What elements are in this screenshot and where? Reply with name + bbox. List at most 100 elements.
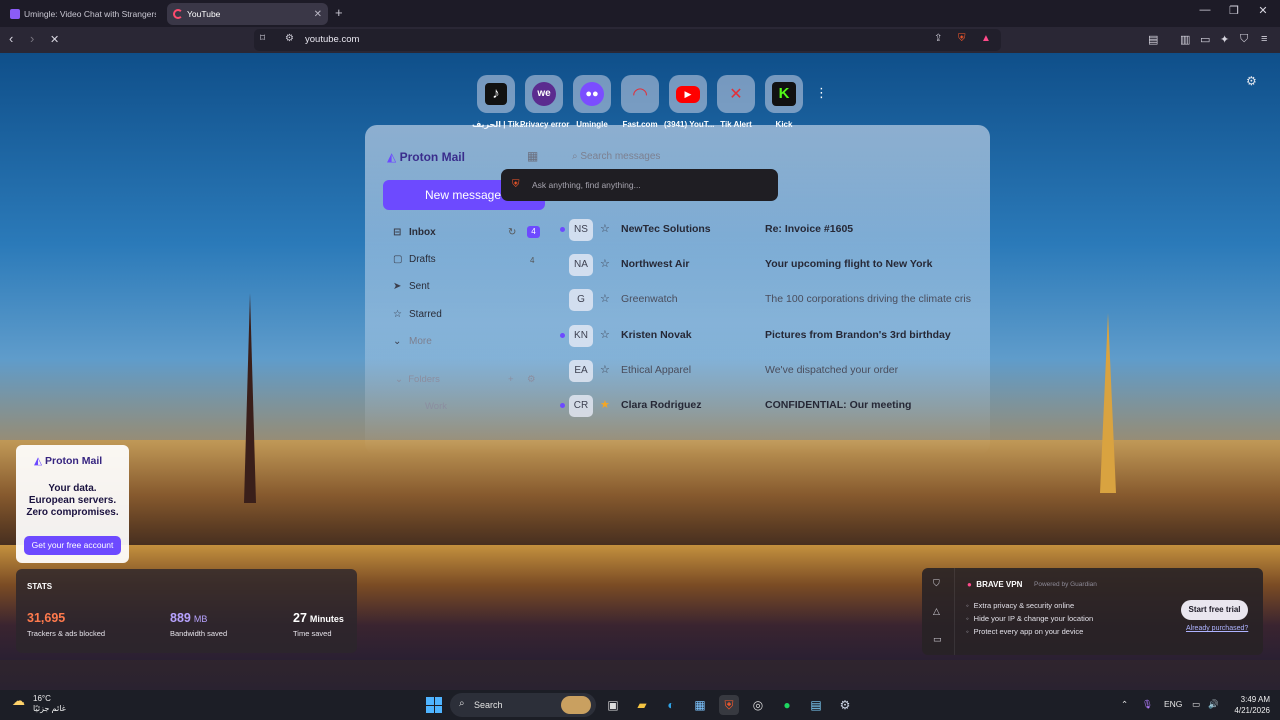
tik-alert-icon: ✕ bbox=[717, 75, 755, 113]
tab-title: YouTube bbox=[187, 9, 221, 19]
taskbar-search[interactable]: ⌕ Search bbox=[450, 693, 596, 717]
settings-icon[interactable]: ⚙ bbox=[835, 695, 855, 715]
vpn-feature: ◦ Protect every app on your device bbox=[966, 627, 1084, 636]
share-icon[interactable]: ⇪ bbox=[934, 33, 942, 44]
chevron-down-icon: ⌄ bbox=[393, 336, 402, 347]
site-settings-icon[interactable]: ⚙ bbox=[285, 33, 294, 44]
start-free-trial-button[interactable]: Start free trial bbox=[1181, 600, 1248, 620]
volume-icon[interactable]: 🔊 bbox=[1208, 699, 1219, 710]
chat-bubble-icon: ●● bbox=[573, 75, 611, 113]
star-icon: ☆ bbox=[600, 293, 610, 305]
message-row: NA ☆ Northwest Air Your upcoming flight … bbox=[557, 254, 977, 276]
forward-button[interactable]: › bbox=[30, 31, 34, 46]
tab-umingle[interactable]: Umingle: Video Chat with Strangers bbox=[4, 3, 162, 25]
talk-video-icon[interactable]: ▭ bbox=[933, 634, 942, 645]
stat-trackers: 31,695 Trackers & ads blocked bbox=[27, 611, 106, 638]
task-view-icon[interactable]: ▣ bbox=[603, 695, 623, 715]
file-explorer-icon[interactable]: ▰ bbox=[632, 695, 652, 715]
stop-button[interactable]: ✕ bbox=[50, 33, 59, 46]
wallet-icon[interactable]: ▭ bbox=[1200, 33, 1210, 46]
brave-browser-icon[interactable]: ⛨ bbox=[719, 695, 739, 715]
edge-icon[interactable]: ◐ bbox=[661, 695, 681, 715]
unread-dot bbox=[560, 333, 565, 338]
brave-shields-icon[interactable]: ⛨ bbox=[958, 33, 966, 44]
get-free-account-button[interactable]: Get your free account bbox=[24, 536, 121, 555]
speed-dial-privacy-error[interactable]: we Privacy error bbox=[520, 75, 569, 129]
menu-icon[interactable]: ≡ bbox=[1261, 33, 1267, 45]
message-subject: Your upcoming flight to New York bbox=[765, 258, 933, 270]
bookmark-icon[interactable]: ⌑ bbox=[260, 33, 265, 44]
brave-vpn-icon: ● bbox=[967, 580, 972, 589]
chevron-up-icon[interactable]: ⌃ bbox=[1121, 699, 1128, 710]
umingle-favicon-icon bbox=[10, 9, 20, 19]
message-sender: Northwest Air bbox=[621, 258, 690, 270]
brave-lion-icon: ⛨ bbox=[512, 179, 520, 190]
language-indicator[interactable]: ENG bbox=[1164, 699, 1182, 709]
partly-cloudy-icon: ☁ bbox=[12, 693, 25, 708]
ad-brand: ◭ Proton Mail bbox=[34, 455, 103, 467]
restore-button[interactable]: ❐ bbox=[1219, 4, 1249, 17]
search-icon: ⌕ bbox=[459, 698, 465, 709]
folder-work: Work bbox=[425, 401, 447, 412]
back-button[interactable]: ‹ bbox=[9, 31, 13, 46]
sender-avatar: CR bbox=[569, 395, 593, 417]
search-messages-placeholder: ⌕ Search messages bbox=[572, 151, 661, 162]
nav-drafts: ▢ Drafts bbox=[393, 254, 436, 265]
stat-bandwidth: 889 MB Bandwidth saved bbox=[170, 611, 228, 638]
vpn-icon[interactable]: ⛉ bbox=[1240, 33, 1248, 46]
start-button[interactable] bbox=[426, 697, 442, 713]
speed-dial-youtube[interactable]: ▶ (3941) YouT... bbox=[664, 75, 714, 129]
brave-rewards-icon[interactable]: △ bbox=[933, 606, 940, 617]
app-icon[interactable]: ◎ bbox=[748, 695, 768, 715]
message-subject: Re: Invoice #1605 bbox=[765, 223, 854, 235]
message-row: KN ☆ Kristen Novak Pictures from Brandon… bbox=[557, 325, 977, 347]
tab-youtube[interactable]: YouTube ✕ bbox=[167, 3, 328, 25]
browser-toolbar: ‹ › ✕ ⌑ ⚙ youtube.com ⇪ ⛨ ▲ ▤ ▥ ▭ ✦ ⛉ ≡ bbox=[0, 27, 1280, 53]
reader-mode-icon[interactable]: ▤ bbox=[1148, 33, 1158, 46]
sidebar-icon[interactable]: ▥ bbox=[1180, 33, 1190, 46]
brave-rewards-icon[interactable]: ▲ bbox=[981, 33, 991, 44]
already-purchased-link[interactable]: Already purchased? bbox=[1186, 625, 1248, 632]
nav-starred: ☆ Starred bbox=[393, 309, 442, 320]
close-window-button[interactable]: ✕ bbox=[1248, 4, 1278, 17]
background-spire bbox=[244, 293, 256, 503]
vpn-feature: ◦ Hide your IP & change your location bbox=[966, 614, 1094, 623]
proton-mail-ad[interactable]: ◭ Proton Mail Your data. European server… bbox=[16, 445, 129, 563]
message-subject: Pictures from Brandon's 3rd birthday bbox=[765, 329, 951, 341]
leo-ai-icon[interactable]: ✦ bbox=[1220, 33, 1229, 46]
protonmail-logo-icon: ◭ bbox=[34, 455, 43, 467]
gear-icon[interactable]: ⚙ bbox=[1246, 74, 1257, 88]
more-vertical-icon[interactable]: ⋮ bbox=[815, 85, 828, 101]
message-sender: NewTec Solutions bbox=[621, 223, 711, 235]
drafts-count: 4 bbox=[530, 256, 535, 265]
vpn-title: ● BRAVE VPN bbox=[967, 580, 1023, 589]
clock[interactable]: 3:49 AM 4/21/2026 bbox=[1228, 694, 1270, 716]
remote-desktop-icon[interactable]: ▤ bbox=[806, 695, 826, 715]
address-bar[interactable]: ⌑ ⚙ youtube.com ⇪ ⛨ ▲ bbox=[254, 29, 1001, 51]
speed-dial-tik-alert[interactable]: ✕ Tik Alert bbox=[712, 75, 760, 129]
microphone-icon[interactable]: 🎙 bbox=[1142, 699, 1153, 710]
speedometer-icon: ◠ bbox=[621, 75, 659, 113]
ask-placeholder: Ask anything, find anything... bbox=[532, 180, 641, 190]
ask-anything-bar[interactable]: ⛨ Ask anything, find anything... bbox=[501, 169, 778, 201]
star-icon: ☆ bbox=[600, 364, 610, 376]
kick-icon: K bbox=[765, 75, 803, 113]
close-tab-icon[interactable]: ✕ bbox=[314, 9, 322, 20]
star-icon: ☆ bbox=[393, 309, 402, 320]
nav-more: ⌄ More bbox=[393, 336, 432, 347]
store-icon[interactable]: ▦ bbox=[690, 695, 710, 715]
sender-avatar: G bbox=[569, 289, 593, 311]
speed-dial-umingle[interactable]: ●● Umingle bbox=[568, 75, 616, 129]
message-row: CR ★ Clara Rodriguez CONFIDENTIAL: Our m… bbox=[557, 395, 977, 417]
vpn-shield-icon[interactable]: ⛉ bbox=[933, 578, 940, 589]
minimize-button[interactable]: — bbox=[1190, 4, 1220, 16]
new-tab-button[interactable]: + bbox=[335, 5, 343, 20]
sender-avatar: NA bbox=[569, 254, 593, 276]
speed-dial-kick[interactable]: K Kick bbox=[760, 75, 808, 129]
spotify-icon[interactable]: ● bbox=[777, 695, 797, 715]
network-icon[interactable]: ▭ bbox=[1192, 699, 1200, 710]
speed-dial-tiktok[interactable]: ♪ الحريف | Tik... bbox=[472, 75, 526, 129]
nav-inbox: ⊟ Inbox bbox=[393, 227, 436, 238]
stat-time: 27 Minutes Time saved bbox=[293, 611, 344, 638]
speed-dial-fast[interactable]: ◠ Fast.com bbox=[616, 75, 664, 129]
